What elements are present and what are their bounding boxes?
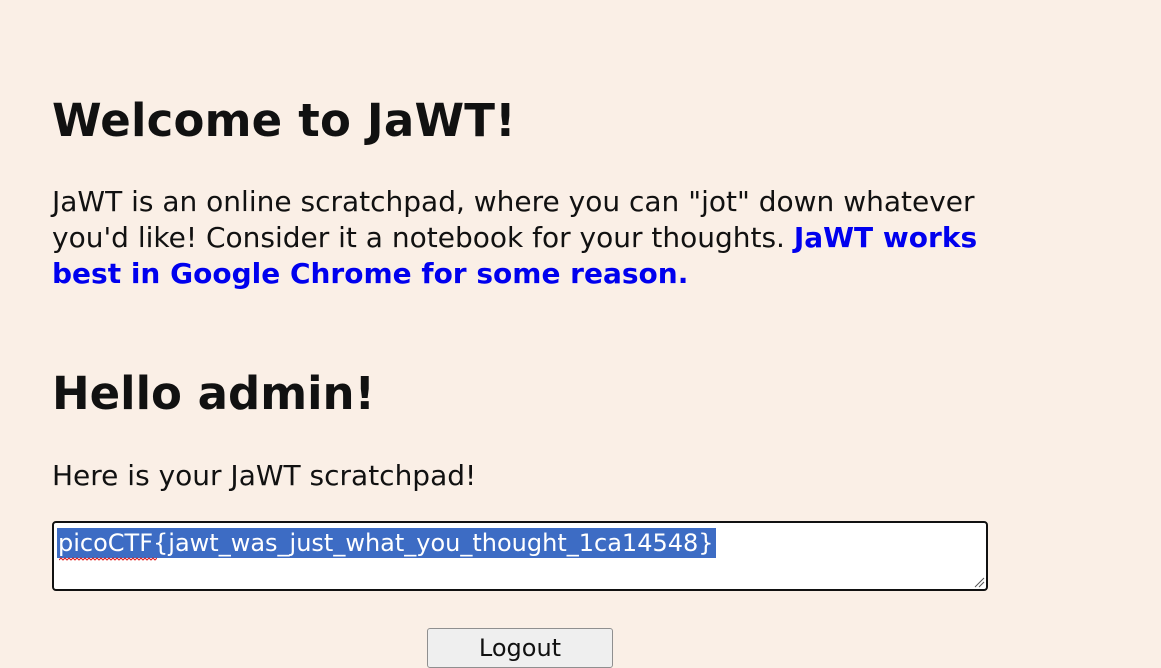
user-greeting: Hello admin!	[52, 367, 376, 420]
scratchpad-textarea[interactable]: picoCTF{jawt_was_just_what_you_thought_1…	[52, 521, 988, 591]
page-title: Welcome to JaWT!	[52, 94, 516, 147]
logout-button[interactable]: Logout	[427, 628, 613, 668]
resize-grip-icon[interactable]	[973, 576, 985, 588]
intro-paragraph: JaWT is an online scratchpad, where you …	[52, 184, 982, 292]
scratchpad-caption: Here is your JaWT scratchpad!	[52, 459, 477, 492]
scratchpad-content[interactable]: picoCTF{jawt_was_just_what_you_thought_1…	[57, 528, 716, 558]
spellcheck-underline	[59, 557, 157, 561]
